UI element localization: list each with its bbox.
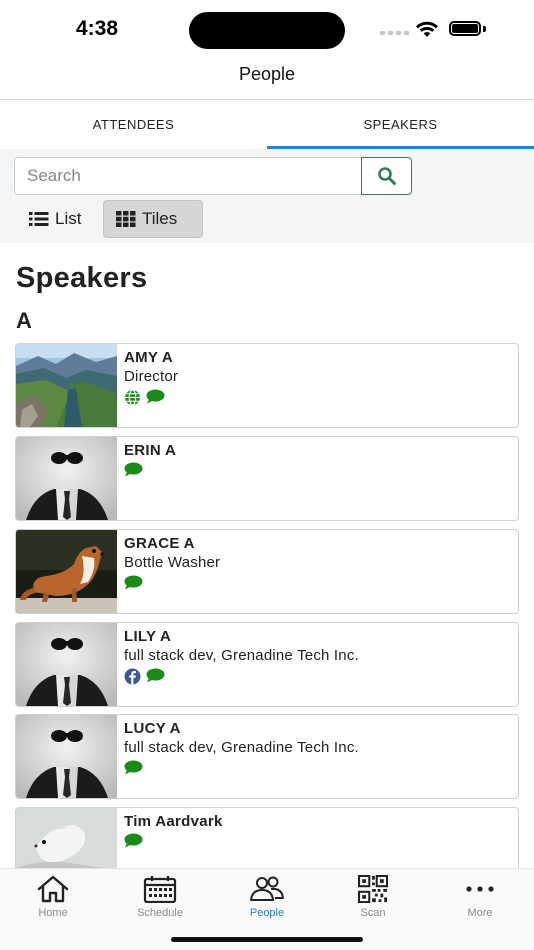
chat-icon[interactable] <box>124 575 143 590</box>
speaker-links <box>124 760 143 775</box>
page-title: People <box>238 64 296 84</box>
globe-icon[interactable] <box>124 389 141 406</box>
speaker-role: Director <box>124 368 179 385</box>
tab-speakers[interactable]: SPEAKERS <box>267 100 534 149</box>
speaker-links <box>124 833 143 848</box>
qr-code-icon <box>357 875 389 903</box>
tabbar-schedule[interactable]: Schedule <box>107 869 213 925</box>
tabbar-more[interactable]: More <box>427 869 533 925</box>
battery-icon <box>449 21 481 36</box>
chat-icon[interactable] <box>124 833 143 848</box>
list-view-button[interactable]: List <box>17 200 93 238</box>
tabbar-people-label: People <box>249 907 285 919</box>
home-indicator <box>171 937 363 942</box>
search-button[interactable] <box>361 157 412 195</box>
speaker-name: ERIN A <box>124 442 177 459</box>
calendar-icon <box>143 876 177 903</box>
speaker-links <box>124 462 143 477</box>
tabbar-home-label: Home <box>38 907 68 919</box>
search-icon <box>377 167 396 185</box>
facebook-icon[interactable] <box>124 668 141 685</box>
speaker-links <box>124 668 165 685</box>
chat-icon[interactable] <box>124 462 143 477</box>
people-tabs: ATTENDEES SPEAKERS <box>0 100 534 149</box>
speaker-photo-weasel <box>16 530 117 613</box>
tabbar-home[interactable]: Home <box>0 869 106 925</box>
speaker-card[interactable]: LUCY A full stack dev, Grenadine Tech In… <box>15 714 519 799</box>
speaker-card[interactable]: ERIN A <box>15 436 519 521</box>
tabbar-schedule-label: Schedule <box>137 907 183 919</box>
speaker-card[interactable]: GRACE A Bottle Washer <box>15 529 519 614</box>
section-title: Speakers <box>16 262 148 294</box>
tabbar-scan-label: Scan <box>360 907 386 919</box>
dynamic-island <box>189 12 345 49</box>
tabbar-scan[interactable]: Scan <box>320 869 426 925</box>
status-time: 4:38 <box>76 17 119 40</box>
speaker-role: full stack dev, Grenadine Tech Inc. <box>124 739 359 756</box>
tabbar-people[interactable]: People <box>214 869 320 925</box>
speaker-card[interactable]: LILY A full stack dev, Grenadine Tech In… <box>15 622 519 707</box>
chat-icon[interactable] <box>124 760 143 775</box>
filter-area: List Tiles <box>0 149 534 243</box>
tiles-view-button[interactable]: Tiles <box>103 200 203 238</box>
speaker-name: AMY A <box>124 349 174 366</box>
speaker-name: LUCY A <box>124 720 181 737</box>
tab-attendees[interactable]: ATTENDEES <box>0 100 267 149</box>
speaker-photo-invisible-man <box>16 715 117 798</box>
speaker-links <box>124 575 143 590</box>
battery-tip <box>483 26 486 32</box>
speaker-photo-invisible-man <box>16 437 117 520</box>
speaker-photo-invisible-man <box>16 623 117 706</box>
speaker-card[interactable]: AMY A Director <box>15 343 519 428</box>
tabbar-more-label: More <box>467 907 493 919</box>
chat-icon[interactable] <box>146 668 165 683</box>
speaker-name: GRACE A <box>124 535 195 552</box>
search-input[interactable] <box>14 157 362 195</box>
more-icon <box>466 886 494 892</box>
status-bar: 4:38 <box>0 0 534 58</box>
chat-icon[interactable] <box>146 389 165 404</box>
speaker-photo-mountain <box>16 344 117 427</box>
speaker-name: Tim Aardvark <box>124 813 223 830</box>
speaker-role: full stack dev, Grenadine Tech Inc. <box>124 647 359 664</box>
cellular-signal-icon <box>380 31 409 35</box>
tiles-icon <box>116 211 136 227</box>
speaker-links <box>124 389 165 406</box>
speaker-role: Bottle Washer <box>124 554 221 571</box>
list-icon <box>29 212 49 226</box>
letter-header: A <box>16 308 32 333</box>
home-icon <box>37 875 69 903</box>
tiles-view-label: Tiles <box>142 209 178 228</box>
people-icon <box>250 876 284 901</box>
list-view-label: List <box>55 209 82 228</box>
wifi-icon <box>416 21 438 37</box>
speaker-name: LILY A <box>124 628 172 645</box>
